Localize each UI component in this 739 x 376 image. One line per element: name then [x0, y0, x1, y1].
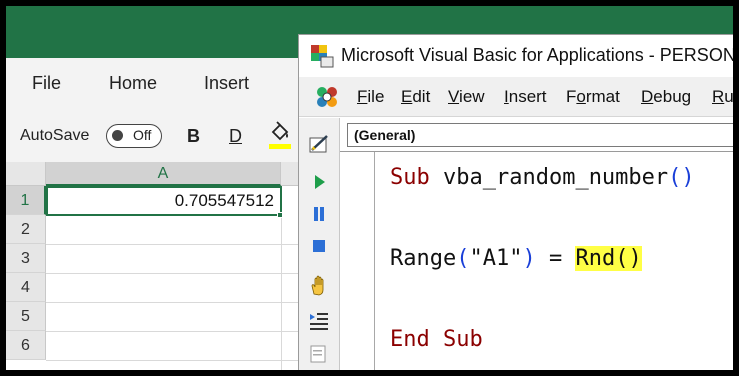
row-header-3[interactable]: 3	[6, 244, 46, 273]
row-header-4[interactable]: 4	[6, 273, 46, 302]
tab-insert[interactable]: Insert	[204, 73, 249, 94]
tab-home[interactable]: Home	[109, 73, 157, 94]
select-all-corner[interactable]	[6, 162, 46, 186]
row-header-6[interactable]: 6	[6, 331, 46, 360]
autosave-toggle[interactable]: Off	[106, 124, 162, 148]
column-header-a[interactable]: A	[46, 162, 281, 186]
underline-button[interactable]: D	[229, 126, 242, 147]
menu-format[interactable]: Format	[566, 87, 620, 107]
code-line-5[interactable]: End Sub	[390, 327, 483, 352]
menu-view[interactable]: View	[448, 87, 485, 107]
row-header-1[interactable]: 1	[6, 186, 46, 215]
autosave-state: Off	[133, 127, 152, 143]
hand-icon[interactable]	[307, 274, 331, 298]
run-icon[interactable]	[307, 170, 331, 194]
rnd-function-highlighted: Rnd()	[575, 246, 642, 271]
row-header-5[interactable]: 5	[6, 302, 46, 331]
fill-color-icon[interactable]	[268, 120, 292, 150]
procedure-parens: ()	[668, 165, 695, 190]
menu-run[interactable]: Run	[712, 87, 733, 107]
menu-insert[interactable]: Insert	[504, 87, 547, 107]
menu-file[interactable]: File	[357, 87, 384, 107]
code-window[interactable]: Sub vba_random_number() Range("A1") = Rn…	[340, 151, 733, 370]
code-line-1[interactable]: Sub vba_random_number()	[390, 165, 695, 190]
break-icon[interactable]	[307, 202, 331, 226]
screenshot-frame: File Home Insert AutoSave Off B D A 1 2 …	[6, 6, 733, 370]
row-header-2[interactable]: 2	[6, 215, 46, 244]
code-line-3[interactable]: Range("A1") = Rnd()	[390, 246, 642, 271]
outdent-icon[interactable]	[307, 342, 331, 366]
toggle-knob	[112, 130, 123, 141]
autosave-label: AutoSave	[20, 127, 90, 144]
reset-icon[interactable]	[307, 234, 331, 258]
object-combo-box[interactable]: (General)	[347, 123, 733, 147]
vba-editor-window: Microsoft Visual Basic for Applications …	[298, 34, 733, 370]
cell-a1[interactable]: 0.705547512	[46, 186, 282, 216]
range-call: Range	[390, 246, 457, 271]
procedure-name: vba_random_number	[429, 165, 669, 190]
code-margin[interactable]	[340, 152, 375, 370]
assignment-operator: =	[535, 246, 576, 271]
menu-edit[interactable]: Edit	[401, 87, 430, 107]
module-icon[interactable]	[313, 83, 341, 111]
indent-icon[interactable]	[307, 308, 331, 332]
vba-titlebar: Microsoft Visual Basic for Applications …	[299, 35, 733, 77]
menu-debug[interactable]: Debug	[641, 87, 691, 107]
vba-window-title: Microsoft Visual Basic for Applications …	[341, 45, 733, 65]
keyword-sub: Sub	[390, 165, 430, 190]
vba-app-icon	[311, 45, 334, 68]
range-argument: "A1"	[469, 246, 523, 271]
design-mode-icon[interactable]	[307, 132, 331, 156]
vba-menubar: File Edit View Insert Format Debug Run	[299, 77, 733, 117]
close-paren: )	[522, 246, 536, 271]
tab-file[interactable]: File	[32, 73, 61, 94]
vba-edit-toolbar	[299, 118, 340, 370]
fill-handle[interactable]	[277, 212, 283, 218]
open-paren: (	[456, 246, 470, 271]
bold-button[interactable]: B	[187, 126, 200, 147]
